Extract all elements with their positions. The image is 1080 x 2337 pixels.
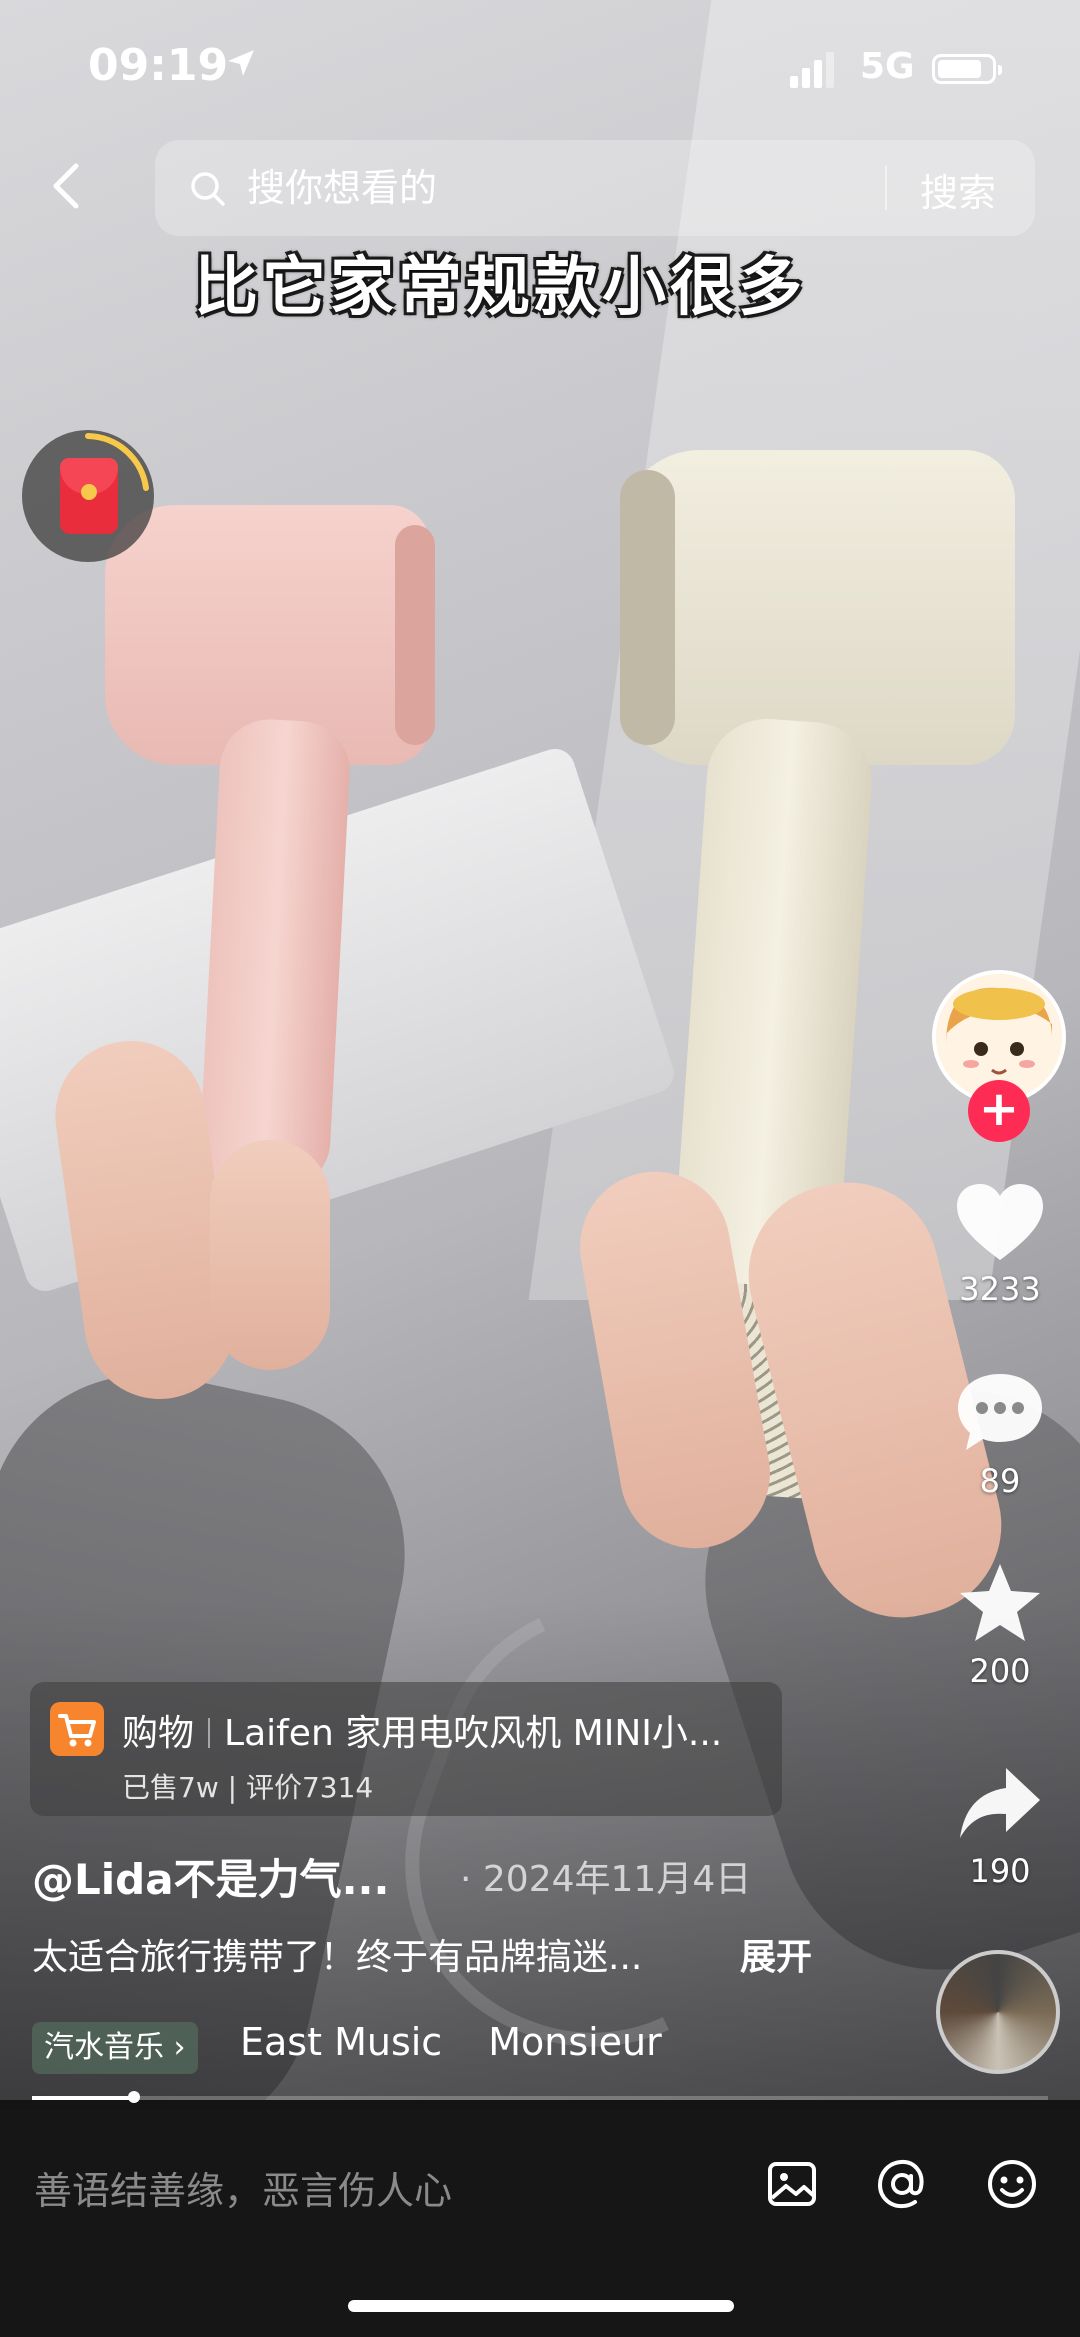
- post-date: · 2024年11月4日: [460, 1859, 752, 1900]
- cream-dryer-head: [620, 450, 1015, 765]
- shop-separator: [208, 1718, 211, 1748]
- share-button[interactable]: 190: [940, 1762, 1060, 1890]
- shop-sales: 已售7w | 评价7314: [122, 1771, 374, 1804]
- status-time: 09:19: [88, 40, 229, 91]
- image-icon[interactable]: [762, 2154, 822, 2214]
- video-caption: 比它家常规款小很多: [0, 236, 1080, 328]
- battery-icon: [932, 54, 1002, 84]
- comment-input[interactable]: 善语结善缘，恶言伤人心: [34, 2160, 452, 2215]
- comment-count: 89: [979, 1462, 1021, 1500]
- location-arrow-icon: [228, 50, 254, 76]
- shop-title: 购物 Laifen 家用电吹风机 MINI小...: [122, 1704, 722, 1756]
- caption-text: 比它家常规款小很多: [194, 251, 806, 325]
- search-input[interactable]: [245, 162, 809, 214]
- comment-button[interactable]: 89: [940, 1370, 1060, 1500]
- search-bar[interactable]: 搜索: [155, 140, 1035, 236]
- search-icon: [191, 172, 225, 206]
- music-title-2: Monsieur: [488, 2020, 662, 2064]
- favorite-button[interactable]: 200: [940, 1560, 1060, 1690]
- like-count: 3233: [959, 1270, 1041, 1308]
- search-button[interactable]: 搜索: [920, 162, 996, 217]
- favorite-count: 200: [969, 1652, 1031, 1690]
- emoji-icon[interactable]: [982, 2154, 1042, 2214]
- heart-icon: [957, 1184, 1043, 1260]
- comment-bar: 善语结善缘，恶言伤人心: [0, 2110, 1080, 2337]
- search-divider: [885, 166, 887, 210]
- pink-dryer-handle: [197, 716, 353, 1194]
- status-bar: 09:19 5G: [0, 0, 1080, 140]
- music-app-tag[interactable]: 汽水音乐 ›: [32, 2022, 198, 2074]
- star-icon: [960, 1564, 1040, 1641]
- follow-plus-button[interactable]: +: [968, 1080, 1030, 1142]
- cream-dryer-face: [620, 470, 675, 745]
- progress-knob[interactable]: [127, 2091, 140, 2103]
- like-button[interactable]: 3233: [940, 1180, 1060, 1308]
- video-progress-bar[interactable]: [32, 2091, 1048, 2103]
- shop-category: 购物: [122, 1713, 195, 1754]
- expand-button[interactable]: 展开: [740, 1928, 812, 1980]
- back-arrow-icon[interactable]: [40, 158, 96, 214]
- shop-product-title: Laifen 家用电吹风机 MINI小...: [224, 1713, 723, 1754]
- comment-bubble-icon: [958, 1374, 1042, 1450]
- red-envelope-icon: [60, 458, 118, 534]
- home-indicator[interactable]: [348, 2300, 734, 2312]
- music-disc-icon[interactable]: [936, 1950, 1060, 2074]
- share-arrow-icon: [960, 1768, 1040, 1838]
- pink-dryer-face: [395, 525, 435, 745]
- progress-fill: [32, 2096, 134, 2100]
- author-name[interactable]: @Lida不是力气...: [32, 1846, 389, 1907]
- music-title: East Music: [240, 2020, 443, 2064]
- network-type: 5G: [860, 46, 915, 87]
- music-name[interactable]: East Music Monsieur: [240, 2020, 670, 2064]
- left-fingers: [210, 1140, 330, 1370]
- share-count: 190: [969, 1852, 1031, 1890]
- red-packet-button[interactable]: [22, 430, 154, 562]
- post-description: 太适合旅行携带了！终于有品牌搞迷...: [32, 1937, 643, 1978]
- shop-card[interactable]: 购物 Laifen 家用电吹风机 MINI小... 已售7w | 评价7314: [30, 1682, 782, 1816]
- signal-icon: [790, 52, 836, 88]
- mention-at-icon[interactable]: [872, 2154, 932, 2214]
- shopping-cart-icon: [50, 1702, 104, 1756]
